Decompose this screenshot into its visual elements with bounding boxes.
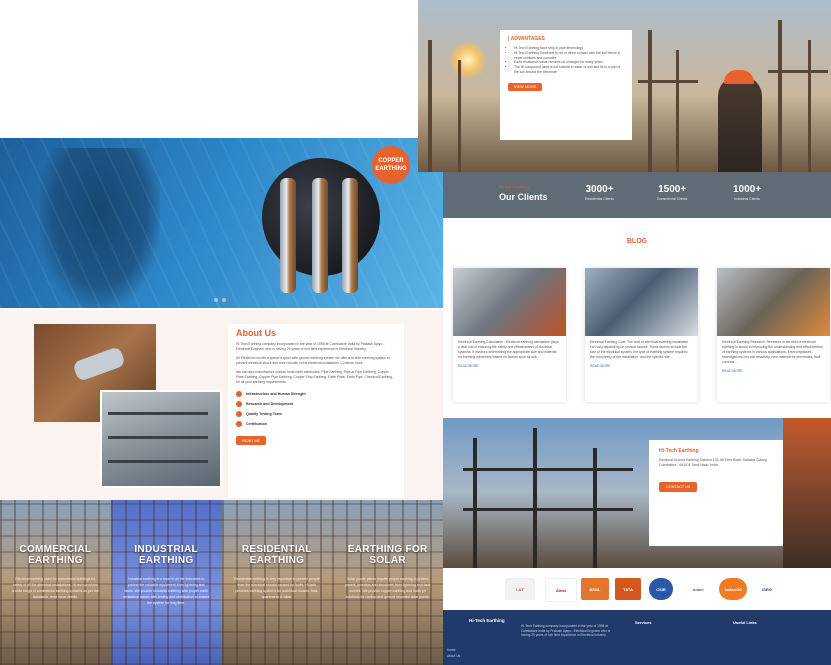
check-icon — [236, 391, 242, 397]
engineer-image — [783, 418, 831, 568]
blog-section: BLOG Electrical Earthing Calculation : E… — [443, 218, 831, 418]
footer: Hi-Tech Earthing Home About Us Hi-Tech E… — [443, 610, 831, 665]
blog-excerpt: Electrical Earthing Calculation : Electr… — [458, 340, 559, 359]
contact-address: Electrical Ground Earthing Solution 123,… — [659, 458, 768, 467]
service-card-commercial[interactable]: COMMERCIAL EARTHING Electrical earthing … — [0, 500, 111, 665]
contact-button[interactable]: CONTACT US — [659, 482, 698, 492]
sun-glow — [448, 40, 488, 80]
advantages-section: | ADVANTAGES Hi-Tech Earthing have strip… — [418, 0, 831, 172]
client-logo: TATA — [615, 578, 641, 600]
footer-heading-links: Useful Links — [733, 620, 757, 625]
blog-excerpt: Electrical Earthing Research: Research i… — [722, 340, 823, 364]
blog-excerpt: Electrical Earthing Cost: The cost of el… — [590, 340, 689, 359]
contact-title: Hi-Tech Earthing — [659, 448, 699, 454]
advantages-view-button[interactable]: VIEW MORE — [508, 82, 543, 91]
service-title: RESIDENTIAL EARTHING — [241, 544, 312, 566]
service-desc: Industrial earthing is a must in all the… — [122, 577, 210, 605]
advantage-item: The fill compound used is not soluble in… — [514, 65, 624, 75]
steel-structure-image — [100, 390, 222, 488]
footer-heading-services: Services — [635, 620, 652, 625]
feature-item: Infrastructure and Human Strength — [236, 389, 396, 399]
service-card-industrial[interactable]: INDUSTRIAL EARTHING Industrial earthing … — [110, 500, 222, 665]
client-logo: BSNL — [581, 578, 609, 600]
about-card: About Us Hi-Tech Earthing company incorp… — [228, 324, 404, 498]
check-icon — [236, 401, 242, 407]
blog-post[interactable]: Electrical Earthing Cost: The cost of el… — [585, 268, 698, 402]
stat-residential: 3000+ Residential Clients — [585, 184, 614, 201]
about-title: About Us — [236, 328, 276, 338]
service-title: COMMERCIAL EARTHING — [19, 544, 92, 566]
blog-read-more[interactable]: READ MORE — [585, 364, 698, 368]
stat-commercial: 1500+ Commercial Clients — [657, 184, 688, 201]
engineers-image — [717, 268, 830, 336]
blog-post[interactable]: Electrical Earthing Research: Research i… — [717, 268, 830, 402]
about-read-button[interactable]: READ ME — [236, 436, 267, 445]
service-desc: Solar power plants require proper earthi… — [345, 577, 431, 599]
footer-link-about[interactable]: About Us — [447, 654, 460, 659]
footer-link-home[interactable]: Home — [447, 648, 456, 653]
check-icon — [236, 421, 242, 427]
client-logo: Airtel — [545, 578, 577, 602]
check-icon — [236, 411, 242, 417]
blog-title: BLOG — [626, 238, 648, 245]
feature-list: Infrastructure and Human Strength Resear… — [236, 389, 396, 429]
footer-brand[interactable]: Hi-Tech Earthing — [469, 618, 505, 624]
clients-title: Our Clients — [499, 192, 548, 202]
client-logo: Adani — [683, 578, 713, 600]
services-strip: COMMERCIAL EARTHING Electrical earthing … — [0, 500, 443, 665]
multimeter-image — [453, 268, 566, 336]
blog-read-more[interactable]: READ MORE — [453, 364, 566, 368]
service-desc: Electrical earthing used for commercial … — [12, 577, 99, 599]
about-section: About Us Hi-Tech Earthing company incorp… — [0, 310, 443, 500]
clients-label: Hi-Tech Earthing — [499, 184, 529, 189]
blog-read-more[interactable]: READ MORE — [717, 369, 830, 373]
contact-card: Hi-Tech Earthing Electrical Ground Earth… — [649, 440, 783, 546]
hard-hat-icon — [724, 70, 754, 84]
client-logo: L&T — [505, 578, 535, 600]
client-logo: CSIR — [649, 578, 673, 600]
contact-banner: Hi-Tech Earthing Electrical Ground Earth… — [443, 418, 831, 568]
hero-banner: COPPER EARTHING — [0, 138, 443, 308]
client-logo: IndianOil — [719, 578, 747, 600]
hero-slider-dots[interactable] — [214, 298, 226, 302]
feature-item: Quality Testing Team — [236, 409, 396, 419]
engineer-image — [718, 76, 762, 172]
copper-earthing-badge: COPPER EARTHING — [372, 146, 410, 184]
clients-band: Hi-Tech Earthing Our Clients 3000+ Reside… — [443, 172, 831, 218]
service-title: EARTHING FOR SOLAR — [347, 544, 428, 566]
footer-about: Hi-Tech Earthing company incorporated in… — [521, 624, 611, 638]
advantages-card: | ADVANTAGES Hi-Tech Earthing have strip… — [500, 30, 632, 140]
stat-industrial: 1000+ Industrial Clients — [733, 184, 762, 201]
feature-item: Research and Development — [236, 399, 396, 409]
service-card-residential[interactable]: RESIDENTIAL EARTHING Residential earthin… — [221, 500, 333, 665]
advantages-list: Hi-Tech Earthing have strip in pipe tech… — [508, 46, 624, 75]
service-desc: Residential earthing is very important t… — [234, 577, 320, 599]
service-title: INDUSTRIAL EARTHING — [134, 544, 198, 566]
advantage-item: Hi-Tech Earthing Electrode is not in dir… — [514, 51, 624, 61]
feature-item: Certification — [236, 419, 396, 429]
about-paragraph: Hi-Tech Earthing company incorporated in… — [236, 342, 385, 351]
about-paragraph: All Electrical circuits required a good … — [236, 356, 390, 365]
about-paragraph: We can also manufacture custom build ear… — [236, 370, 393, 384]
blog-post[interactable]: Electrical Earthing Calculation : Electr… — [453, 268, 566, 402]
client-logo: ISRO — [753, 578, 781, 600]
light-bulb-image — [585, 268, 698, 336]
advantages-title: | ADVANTAGES — [508, 36, 545, 42]
client-logos: L&T Airtel BSNL TATA CSIR Adani IndianOi… — [443, 568, 831, 610]
service-card-solar[interactable]: EARTHING FOR SOLAR Solar power plants re… — [332, 500, 443, 665]
copper-rods-image — [262, 158, 380, 293]
